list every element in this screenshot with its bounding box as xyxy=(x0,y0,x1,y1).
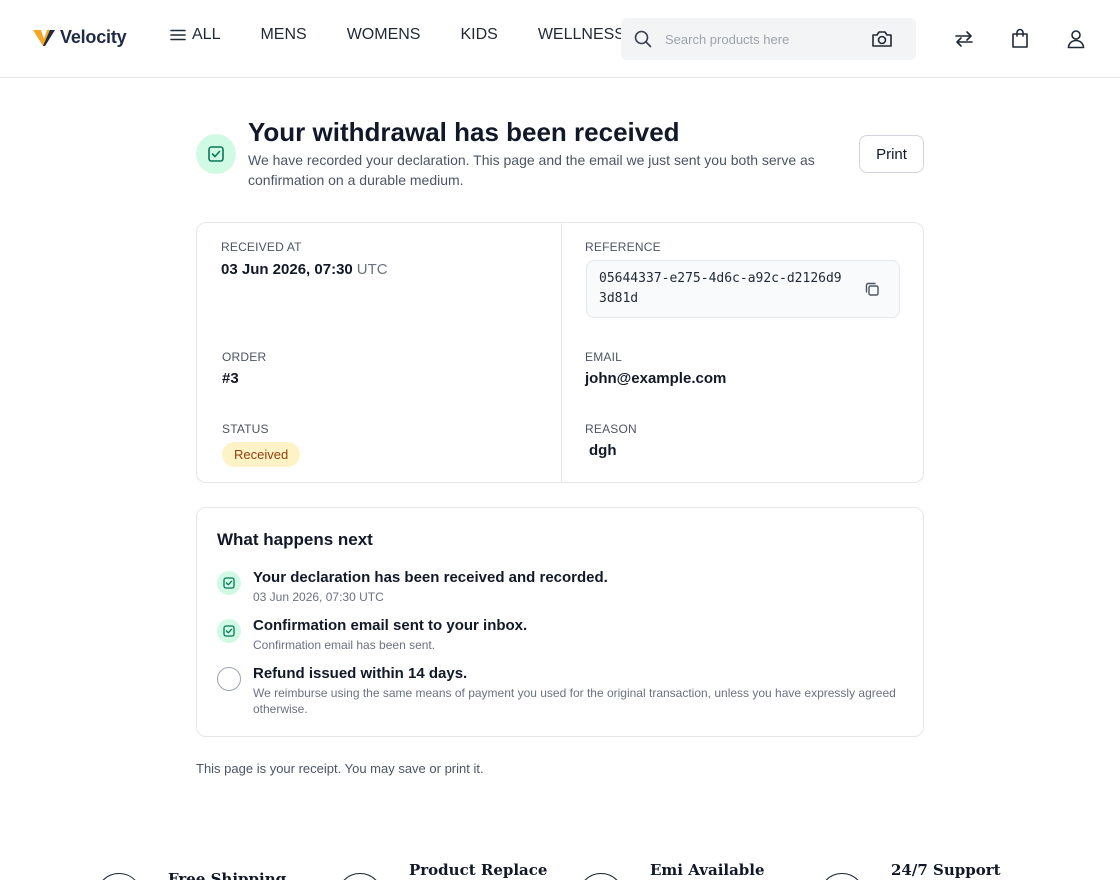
step-title: Refund issued within 14 days. xyxy=(253,665,468,682)
reason-value: dgh xyxy=(589,442,617,459)
withdrawal-details-card: RECEIVED AT 03 Jun 2026, 07:30 UTC REFERE… xyxy=(196,222,924,483)
received-at-value: 03 Jun 2026, 07:30 UTC xyxy=(221,261,388,278)
column-divider xyxy=(561,223,562,482)
feature-free-shipping: Free Shipping xyxy=(96,858,296,880)
step-description: We reimburse using the same means of pay… xyxy=(253,686,896,716)
step-pending-circle-icon xyxy=(217,667,241,691)
next-steps-title: What happens next xyxy=(217,530,373,549)
nav-all-label: ALL xyxy=(192,26,221,43)
check-square-icon xyxy=(223,577,235,589)
brand-logo[interactable]: Velocity xyxy=(32,26,127,48)
compare-icon[interactable] xyxy=(952,27,976,51)
nav-wellness[interactable]: WELLNESS xyxy=(538,26,625,44)
reference-box: 05644337-e275-4d6c-a92c-d2126d93d81d xyxy=(586,260,900,318)
order-label: ORDER xyxy=(222,350,267,364)
received-at-datetime: 03 Jun 2026, 07:30 xyxy=(221,261,353,278)
nav-womens-label: WOMENS xyxy=(346,26,421,43)
receipt-note: This page is your receipt. You may save … xyxy=(196,761,484,776)
search-icon[interactable] xyxy=(633,29,653,49)
reference-value: 05644337-e275-4d6c-a92c-d2126d93d81d xyxy=(599,271,842,306)
email-value: john@example.com xyxy=(585,370,727,387)
site-header: Velocity ALL MENS WOMENS KIDS WELLNESS xyxy=(0,0,1120,78)
order-value: #3 xyxy=(222,370,239,387)
page-title: Your withdrawal has been received xyxy=(248,117,680,147)
nav-kids[interactable]: KIDS xyxy=(460,26,497,44)
feature-label: Product Replace xyxy=(409,861,548,879)
step-done-badge xyxy=(217,619,241,643)
feature-label: Free Shipping xyxy=(168,870,287,880)
page-subtitle: We have recorded your declaration. This … xyxy=(248,152,815,188)
card-icon xyxy=(578,873,624,880)
nav-mens-label: MENS xyxy=(260,26,307,43)
step-description: 03 Jun 2026, 07:30 UTC xyxy=(253,590,384,604)
step-description: Confirmation email has been sent. xyxy=(253,638,436,652)
nav-all[interactable]: ALL xyxy=(170,26,220,44)
velocity-logo-icon xyxy=(33,30,55,46)
received-at-label: RECEIVED AT xyxy=(221,240,302,254)
check-square-icon xyxy=(208,146,224,162)
feature-label: 24/7 Support xyxy=(891,861,1001,879)
feature-label: Emi Available xyxy=(650,861,765,879)
main-nav: ALL MENS WOMENS KIDS WELLNESS xyxy=(170,26,625,44)
nav-womens[interactable]: WOMENS xyxy=(347,26,421,44)
replace-icon xyxy=(337,873,383,880)
status-badge: Received xyxy=(222,442,301,467)
next-steps-card: What happens next Your declaration has b… xyxy=(196,507,924,737)
user-icon[interactable] xyxy=(1064,27,1088,51)
reason-label: REASON xyxy=(585,422,637,436)
step-title: Your declaration has been received and r… xyxy=(253,569,608,586)
search-bar xyxy=(621,18,916,60)
search-input[interactable] xyxy=(665,26,865,52)
email-label: EMAIL xyxy=(585,350,623,364)
nav-kids-label: KIDS xyxy=(460,26,498,43)
reference-label: REFERENCE xyxy=(585,240,661,254)
success-badge xyxy=(196,134,236,174)
brand-name: Velocity xyxy=(60,26,127,47)
step-done-badge xyxy=(217,571,241,595)
check-square-icon xyxy=(223,625,235,637)
truck-icon xyxy=(96,873,142,880)
bag-icon[interactable] xyxy=(1008,27,1032,51)
status-label: STATUS xyxy=(222,422,269,436)
feature-product-replace: Product Replace xyxy=(337,858,557,880)
print-button[interactable]: Print xyxy=(859,135,924,173)
received-at-timezone: UTC xyxy=(356,261,388,278)
copy-icon[interactable] xyxy=(863,280,881,298)
feature-support: 24/7 Support xyxy=(819,858,1019,880)
camera-icon[interactable] xyxy=(871,29,893,49)
feature-emi-available: Emi Available xyxy=(578,858,778,880)
step-title: Confirmation email sent to your inbox. xyxy=(253,617,528,634)
nav-mens[interactable]: MENS xyxy=(260,26,306,44)
headset-icon xyxy=(819,873,865,880)
nav-wellness-label: WELLNESS xyxy=(537,26,625,43)
menu-icon xyxy=(170,29,186,41)
